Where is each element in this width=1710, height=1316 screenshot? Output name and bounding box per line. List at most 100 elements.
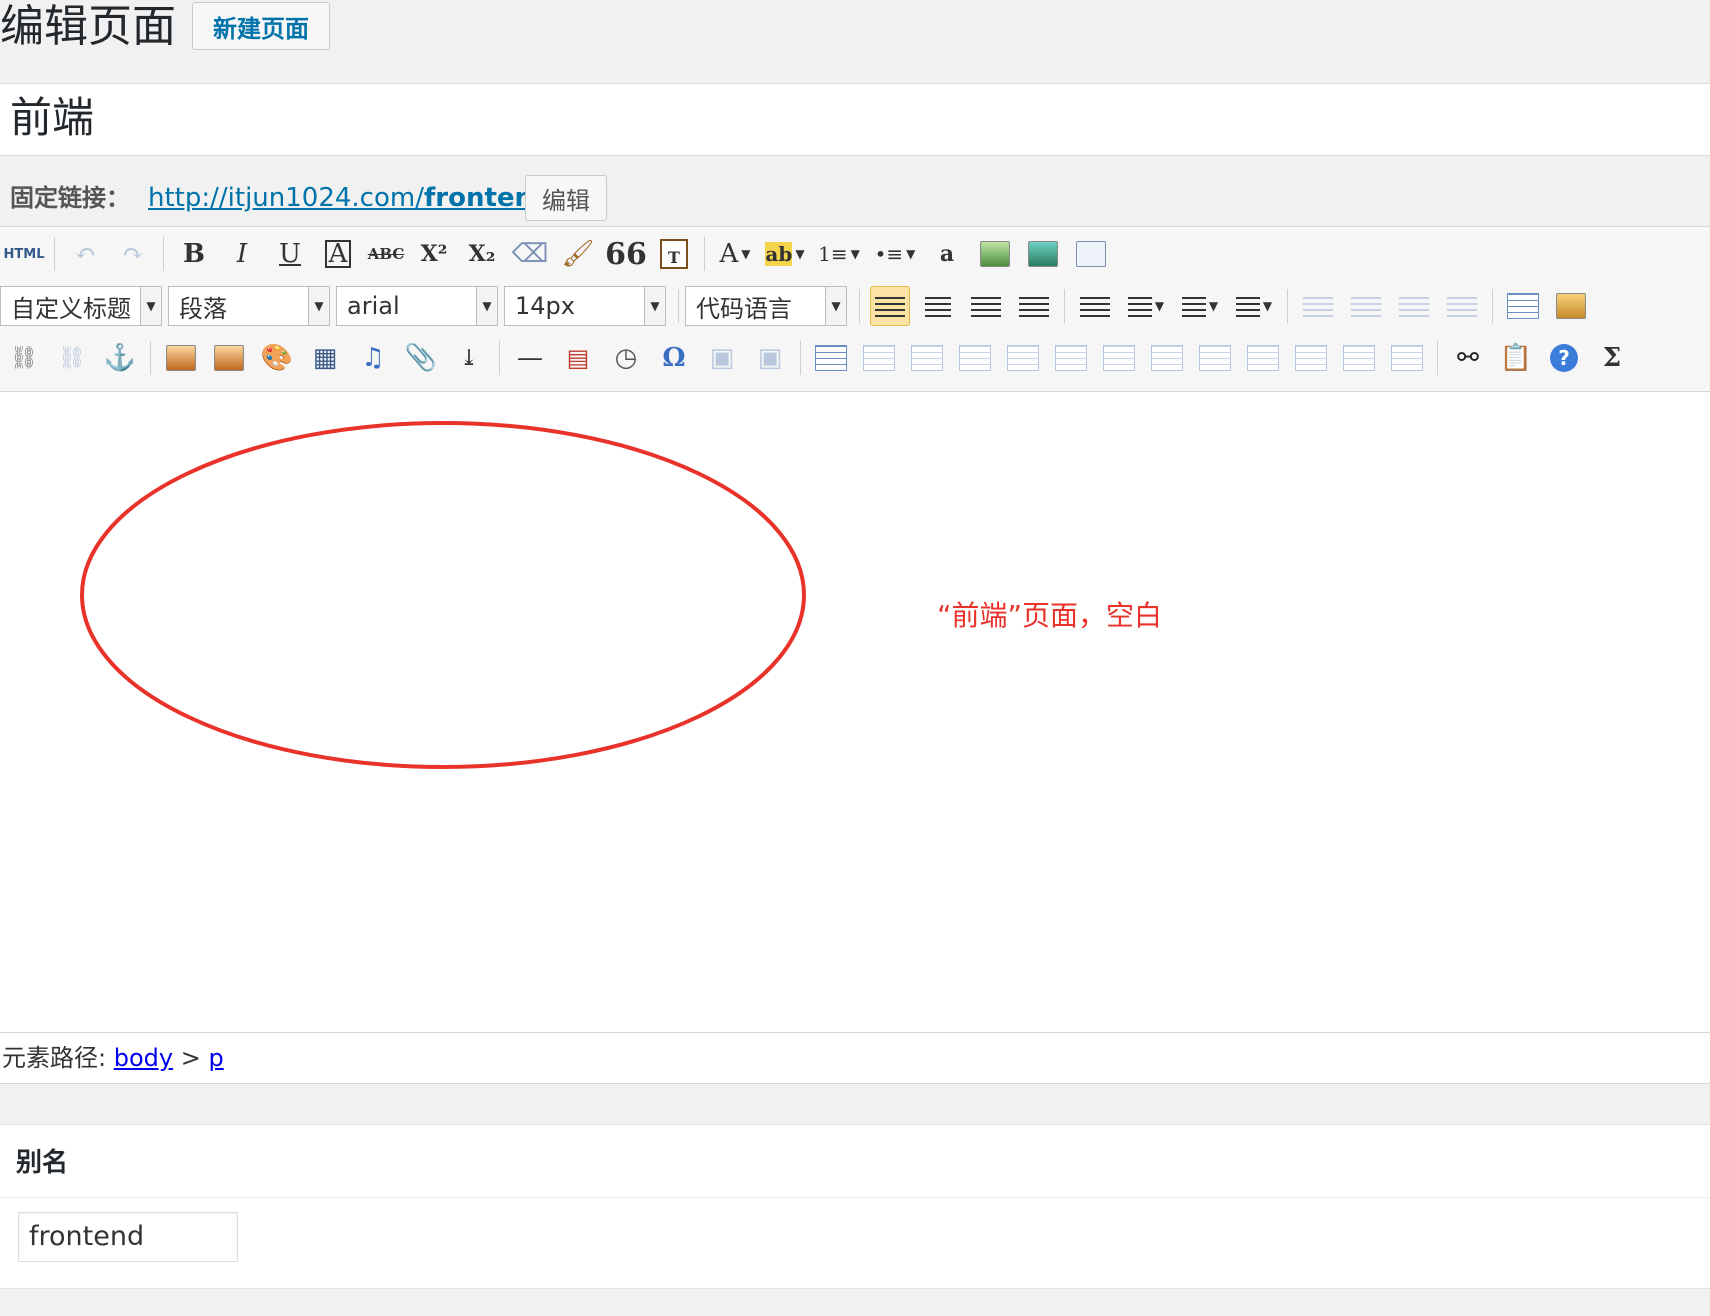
- underline-button[interactable]: U: [270, 234, 310, 274]
- toolbar-row-1: HTML ↶ ↷ B I U A ABC X² X₂ ⌫ 🖌 66 T A ▼ a…: [0, 231, 1115, 277]
- highlight-button[interactable]: ab ▼: [763, 234, 807, 274]
- new-page-button[interactable]: 新建页面: [192, 2, 330, 50]
- toolbar-separator: [163, 237, 164, 271]
- split-cells-icon[interactable]: [1291, 338, 1331, 378]
- anchor-icon[interactable]: ⚓: [100, 338, 140, 378]
- delete-row-icon[interactable]: [1003, 338, 1043, 378]
- help-icon[interactable]: ?: [1544, 338, 1584, 378]
- image-center-button[interactable]: [1442, 286, 1482, 326]
- title-input[interactable]: [0, 83, 1710, 156]
- strikethrough-button[interactable]: ABC: [366, 234, 406, 274]
- delete-col-icon[interactable]: [1099, 338, 1139, 378]
- merge-right-icon-shape: [1199, 345, 1231, 371]
- font-border-button[interactable]: A: [318, 234, 358, 274]
- blockquote-button[interactable]: 66: [605, 234, 647, 274]
- insert-paragraph-before-table-icon[interactable]: [907, 338, 947, 378]
- permalink-link[interactable]: http://itjun1024.com/frontend: [148, 180, 552, 216]
- emotion-icon[interactable]: 🎨: [257, 338, 297, 378]
- code-language-select[interactable]: 代码语言 ▼: [685, 286, 847, 326]
- font-family-select[interactable]: arial ▼: [336, 286, 498, 326]
- image-right-button[interactable]: [1394, 286, 1434, 326]
- insert-row-icon[interactable]: [955, 338, 995, 378]
- link-icon[interactable]: ⛓: [4, 338, 44, 378]
- template-icon[interactable]: [1503, 286, 1543, 326]
- merge-cells-icon[interactable]: [1147, 338, 1187, 378]
- split-rows-icon[interactable]: [1339, 338, 1379, 378]
- chevron-down-icon: ▼: [644, 287, 665, 325]
- font-family-value: arial: [347, 292, 400, 320]
- delete-table-icon[interactable]: [859, 338, 899, 378]
- html-source-button[interactable]: HTML: [4, 234, 45, 274]
- delete-row-icon-shape: [1007, 345, 1039, 371]
- ordered-list-button[interactable]: 1≡ ▼: [815, 234, 863, 274]
- split-cols-icon-shape: [1391, 345, 1423, 371]
- merge-down-icon[interactable]: [1243, 338, 1283, 378]
- eraser-icon[interactable]: ⌫: [510, 234, 550, 274]
- preview-icon[interactable]: [1071, 234, 1111, 274]
- toolbar-row-2: 自定义标题 ▼ 段落 ▼ arial ▼ 14px ▼ 代码语言 ▼ ▼ ▼ ▼: [0, 283, 1595, 329]
- row-spacing-bottom-icon: [1181, 295, 1206, 317]
- background-icon[interactable]: [1551, 286, 1591, 326]
- insert-col-icon[interactable]: [1051, 338, 1091, 378]
- special-char-button[interactable]: Ω: [654, 338, 694, 378]
- align-justify-icon: [1019, 295, 1049, 317]
- image-none-icon: [1303, 295, 1333, 317]
- indent-button[interactable]: [1075, 286, 1115, 326]
- map-icon[interactable]: ▣: [702, 338, 742, 378]
- insert-image-icon[interactable]: [209, 338, 249, 378]
- slug-input[interactable]: frontend: [18, 1212, 238, 1262]
- page-break-icon[interactable]: ⤓: [449, 338, 489, 378]
- row-spacing-top-button[interactable]: ▼: [1123, 286, 1169, 326]
- bold-button[interactable]: B: [174, 234, 214, 274]
- split-cols-icon[interactable]: [1387, 338, 1427, 378]
- horizontal-rule-icon[interactable]: —: [510, 338, 550, 378]
- simple-upload-icon[interactable]: [161, 338, 201, 378]
- directionality-button[interactable]: a: [927, 234, 967, 274]
- toolbar-row-3: ⛓ ⛓ ⚓ 🎨 ▦ ♫ 📎 ⤓ — ▤ ◷ Ω ▣ ▣ ⚯ 📋 ? Σ: [0, 335, 1636, 381]
- video-icon[interactable]: ▦: [305, 338, 345, 378]
- preview-icon-shape: [1076, 241, 1106, 267]
- merge-right-icon[interactable]: [1195, 338, 1235, 378]
- chevron-down-icon: ▼: [308, 287, 329, 325]
- undo-icon[interactable]: ↶: [65, 234, 105, 274]
- image-left-button[interactable]: [1346, 286, 1386, 326]
- editor-content-area[interactable]: [0, 392, 1710, 1032]
- paste-word-icon[interactable]: 📋: [1496, 338, 1536, 378]
- formula-button[interactable]: Σ: [1592, 338, 1632, 378]
- toolbar-separator: [1064, 289, 1065, 323]
- search-replace-icon[interactable]: ⚯: [1448, 338, 1488, 378]
- align-center-button[interactable]: [918, 286, 958, 326]
- insert-table-icon[interactable]: [811, 338, 851, 378]
- music-icon[interactable]: ♫: [353, 338, 393, 378]
- date-icon[interactable]: ▤: [558, 338, 598, 378]
- unlink-icon[interactable]: ⛓: [52, 338, 92, 378]
- paragraph-select[interactable]: 段落 ▼: [168, 286, 330, 326]
- gallery-icon[interactable]: [1023, 234, 1063, 274]
- redo-icon[interactable]: ↷: [113, 234, 153, 274]
- line-height-button[interactable]: ▼: [1231, 286, 1277, 326]
- word-image-icon[interactable]: ▣: [750, 338, 790, 378]
- image-icon[interactable]: [975, 234, 1015, 274]
- element-path-body-link[interactable]: body: [114, 1044, 173, 1072]
- subscript-button[interactable]: X₂: [462, 234, 502, 274]
- attachment-icon[interactable]: 📎: [401, 338, 441, 378]
- align-justify-button[interactable]: [1014, 286, 1054, 326]
- element-path-p-link[interactable]: p: [208, 1044, 223, 1072]
- font-color-button[interactable]: A ▼: [715, 234, 755, 274]
- time-icon[interactable]: ◷: [606, 338, 646, 378]
- row-spacing-bottom-button[interactable]: ▼: [1177, 286, 1223, 326]
- format-painter-icon[interactable]: 🖌: [558, 234, 598, 274]
- edit-permalink-button[interactable]: 编辑: [525, 175, 607, 221]
- italic-button[interactable]: I: [222, 234, 262, 274]
- image-none-button[interactable]: [1298, 286, 1338, 326]
- font-size-select[interactable]: 14px ▼: [504, 286, 666, 326]
- paste-text-icon[interactable]: T: [654, 234, 694, 274]
- align-left-button[interactable]: [870, 286, 910, 326]
- unordered-list-button[interactable]: •≡ ▼: [871, 234, 919, 274]
- insert-col-icon-shape: [1055, 345, 1087, 371]
- align-right-button[interactable]: [966, 286, 1006, 326]
- toolbar-separator: [499, 341, 500, 375]
- toolbar-separator: [859, 289, 860, 323]
- custom-heading-select[interactable]: 自定义标题 ▼: [0, 286, 162, 326]
- superscript-button[interactable]: X²: [414, 234, 454, 274]
